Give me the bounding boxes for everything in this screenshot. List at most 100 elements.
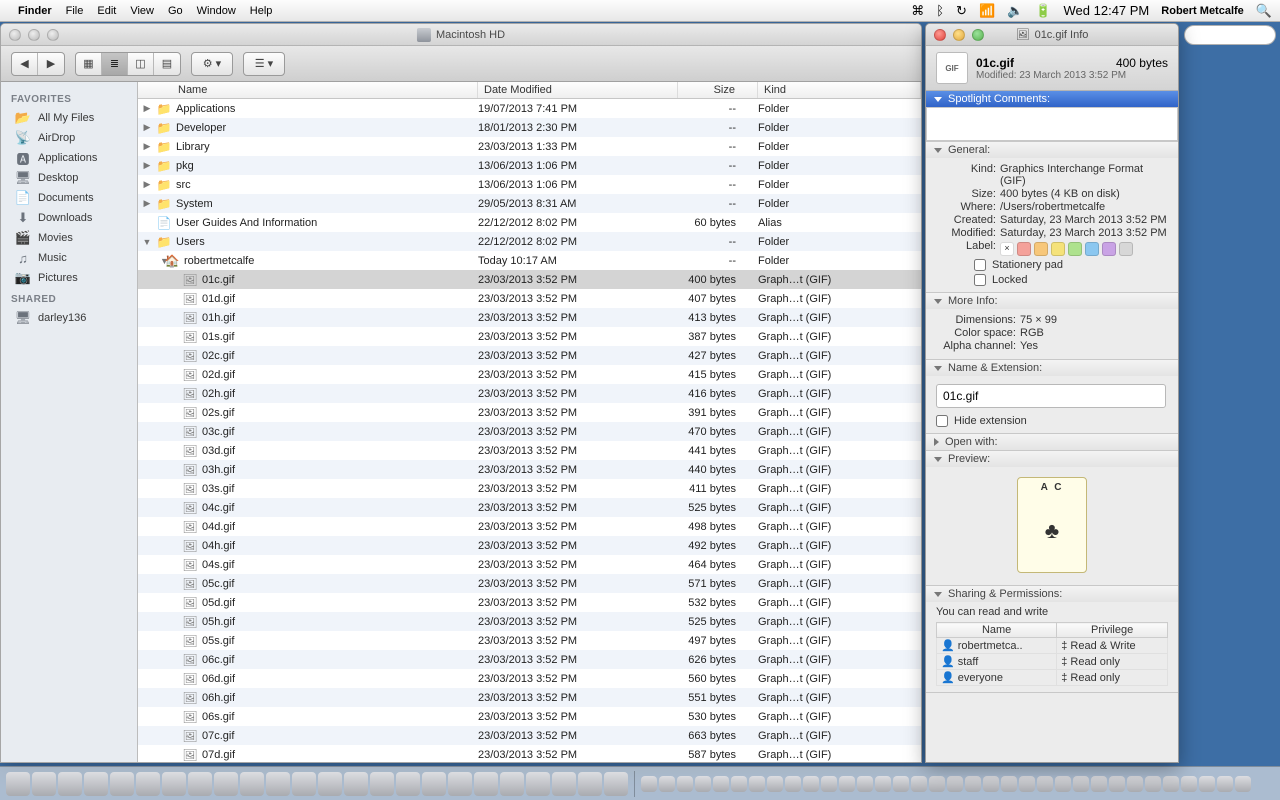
dock-app-icon[interactable] bbox=[292, 772, 316, 796]
disclosure-triangle[interactable]: ▼ bbox=[142, 237, 152, 247]
label-color-button[interactable] bbox=[1085, 242, 1099, 256]
name-extension-input[interactable] bbox=[936, 384, 1166, 408]
file-row[interactable]: ▼🏠robertmetcalfe Today 10:17 AM -- Folde… bbox=[138, 251, 921, 270]
sidebar-item[interactable]: 📷Pictures bbox=[1, 268, 137, 288]
dock-minimized-icon[interactable] bbox=[731, 776, 747, 792]
toolbar-search-field[interactable] bbox=[1184, 25, 1276, 45]
file-row[interactable]: 🖼05h.gif 23/03/2013 3:52 PM 525 bytes Gr… bbox=[138, 612, 921, 631]
col-kind[interactable]: Kind bbox=[758, 82, 921, 98]
col-date[interactable]: Date Modified bbox=[478, 82, 678, 98]
menu-help[interactable]: Help bbox=[250, 5, 273, 17]
dock-minimized-icon[interactable] bbox=[911, 776, 927, 792]
hide-extension-checkbox[interactable] bbox=[936, 415, 948, 427]
action-menu[interactable]: ⚙ ▾ bbox=[191, 52, 233, 76]
dock-app-icon[interactable] bbox=[110, 772, 134, 796]
menuextra-volume-icon[interactable]: 🔈 bbox=[1007, 3, 1023, 19]
stationery-checkbox[interactable] bbox=[974, 259, 986, 271]
menubar-user[interactable]: Robert Metcalfe bbox=[1161, 5, 1244, 17]
dock-app-icon[interactable] bbox=[526, 772, 550, 796]
file-row[interactable]: 🖼06s.gif 23/03/2013 3:52 PM 530 bytes Gr… bbox=[138, 707, 921, 726]
dock-minimized-icon[interactable] bbox=[767, 776, 783, 792]
sidebar-item[interactable]: 🎬Movies bbox=[1, 228, 137, 248]
dock-app-icon[interactable] bbox=[266, 772, 290, 796]
dock-minimized-icon[interactable] bbox=[1055, 776, 1071, 792]
file-row[interactable]: 📄User Guides And Information 22/12/2012 … bbox=[138, 213, 921, 232]
file-row[interactable]: 🖼03c.gif 23/03/2013 3:52 PM 470 bytes Gr… bbox=[138, 422, 921, 441]
spotlight-icon[interactable]: 🔍 bbox=[1256, 3, 1272, 19]
dock-minimized-icon[interactable] bbox=[1217, 776, 1233, 792]
menuextra-battery-icon[interactable]: 🔋 bbox=[1035, 3, 1051, 19]
label-color-button[interactable] bbox=[1017, 242, 1031, 256]
dock-minimized-icon[interactable] bbox=[821, 776, 837, 792]
close-button[interactable] bbox=[9, 29, 21, 41]
dock-minimized-icon[interactable] bbox=[1037, 776, 1053, 792]
info-titlebar[interactable]: 🖼01c.gif Info bbox=[926, 24, 1178, 46]
dock-minimized-icon[interactable] bbox=[1019, 776, 1035, 792]
dock-app-icon[interactable] bbox=[604, 772, 628, 796]
view-coverflow-button[interactable]: ▤ bbox=[154, 53, 180, 75]
disclosure-triangle[interactable]: ▶ bbox=[142, 103, 152, 114]
file-row[interactable]: ▶📁pkg 13/06/2013 1:06 PM -- Folder bbox=[138, 156, 921, 175]
file-row[interactable]: 🖼05c.gif 23/03/2013 3:52 PM 571 bytes Gr… bbox=[138, 574, 921, 593]
dock-minimized-icon[interactable] bbox=[947, 776, 963, 792]
dock-app-icon[interactable] bbox=[474, 772, 498, 796]
file-row[interactable]: 🖼02c.gif 23/03/2013 3:52 PM 427 bytes Gr… bbox=[138, 346, 921, 365]
minimize-button[interactable] bbox=[28, 29, 40, 41]
sidebar-item[interactable]: 🖥darley136 bbox=[1, 308, 137, 328]
menubar-clock[interactable]: Wed 12:47 PM bbox=[1064, 3, 1150, 18]
minimize-button[interactable] bbox=[953, 29, 965, 41]
dock-app-icon[interactable] bbox=[240, 772, 264, 796]
dock-app-icon[interactable] bbox=[136, 772, 160, 796]
zoom-button[interactable] bbox=[47, 29, 59, 41]
dock-app-icon[interactable] bbox=[344, 772, 368, 796]
sidebar-item[interactable]: 📡AirDrop bbox=[1, 128, 137, 148]
file-row[interactable]: 🖼03h.gif 23/03/2013 3:52 PM 440 bytes Gr… bbox=[138, 460, 921, 479]
dock-minimized-icon[interactable] bbox=[1073, 776, 1089, 792]
dock-app-icon[interactable] bbox=[162, 772, 186, 796]
dock-app-icon[interactable] bbox=[370, 772, 394, 796]
dock-minimized-icon[interactable] bbox=[893, 776, 909, 792]
file-row[interactable]: 🖼02h.gif 23/03/2013 3:52 PM 416 bytes Gr… bbox=[138, 384, 921, 403]
file-row[interactable]: ▶📁src 13/06/2013 1:06 PM -- Folder bbox=[138, 175, 921, 194]
label-none-button[interactable]: × bbox=[1000, 242, 1014, 256]
openwith-header[interactable]: Open with: bbox=[926, 434, 1178, 450]
menu-view[interactable]: View bbox=[130, 5, 154, 17]
dock-minimized-icon[interactable] bbox=[1127, 776, 1143, 792]
file-row[interactable]: 🖼01s.gif 23/03/2013 3:52 PM 387 bytes Gr… bbox=[138, 327, 921, 346]
dock-minimized-icon[interactable] bbox=[1001, 776, 1017, 792]
dock-minimized-icon[interactable] bbox=[785, 776, 801, 792]
dock-minimized-icon[interactable] bbox=[1091, 776, 1107, 792]
spotlight-comments-header[interactable]: Spotlight Comments: bbox=[926, 91, 1178, 107]
dock-minimized-icon[interactable] bbox=[1181, 776, 1197, 792]
dock-minimized-icon[interactable] bbox=[839, 776, 855, 792]
dock-app-icon[interactable] bbox=[422, 772, 446, 796]
file-row[interactable]: 🖼05d.gif 23/03/2013 3:52 PM 532 bytes Gr… bbox=[138, 593, 921, 612]
file-row[interactable]: ▼📁Users 22/12/2012 8:02 PM -- Folder bbox=[138, 232, 921, 251]
view-columns-button[interactable]: ◫ bbox=[128, 53, 154, 75]
file-row[interactable]: ▶📁System 29/05/2013 8:31 AM -- Folder bbox=[138, 194, 921, 213]
menu-window[interactable]: Window bbox=[197, 5, 236, 17]
sidebar-item[interactable]: 📄Documents bbox=[1, 188, 137, 208]
dock-minimized-icon[interactable] bbox=[857, 776, 873, 792]
sidebar-item[interactable]: ♫Music bbox=[1, 248, 137, 268]
dock-minimized-icon[interactable] bbox=[1145, 776, 1161, 792]
app-name[interactable]: Finder bbox=[18, 5, 52, 17]
preview-header[interactable]: Preview: bbox=[926, 451, 1178, 467]
label-color-button[interactable] bbox=[1051, 242, 1065, 256]
dock-minimized-icon[interactable] bbox=[803, 776, 819, 792]
dock-minimized-icon[interactable] bbox=[641, 776, 657, 792]
perm-privilege[interactable]: ‡ Read only bbox=[1057, 654, 1168, 670]
dock-minimized-icon[interactable] bbox=[1199, 776, 1215, 792]
file-row[interactable]: 🖼01h.gif 23/03/2013 3:52 PM 413 bytes Gr… bbox=[138, 308, 921, 327]
sidebar-item[interactable]: 🖥Desktop bbox=[1, 168, 137, 188]
general-header[interactable]: General: bbox=[926, 142, 1178, 158]
dock-app-icon[interactable] bbox=[578, 772, 602, 796]
menu-file[interactable]: File bbox=[66, 5, 84, 17]
perm-privilege[interactable]: ‡ Read only bbox=[1057, 670, 1168, 686]
dock-minimized-icon[interactable] bbox=[983, 776, 999, 792]
file-row[interactable]: 🖼03d.gif 23/03/2013 3:52 PM 441 bytes Gr… bbox=[138, 441, 921, 460]
file-row[interactable]: 🖼06d.gif 23/03/2013 3:52 PM 560 bytes Gr… bbox=[138, 669, 921, 688]
back-button[interactable]: ◀ bbox=[12, 53, 38, 75]
disclosure-triangle[interactable]: ▼ bbox=[142, 256, 160, 266]
file-row[interactable]: 🖼06c.gif 23/03/2013 3:52 PM 626 bytes Gr… bbox=[138, 650, 921, 669]
